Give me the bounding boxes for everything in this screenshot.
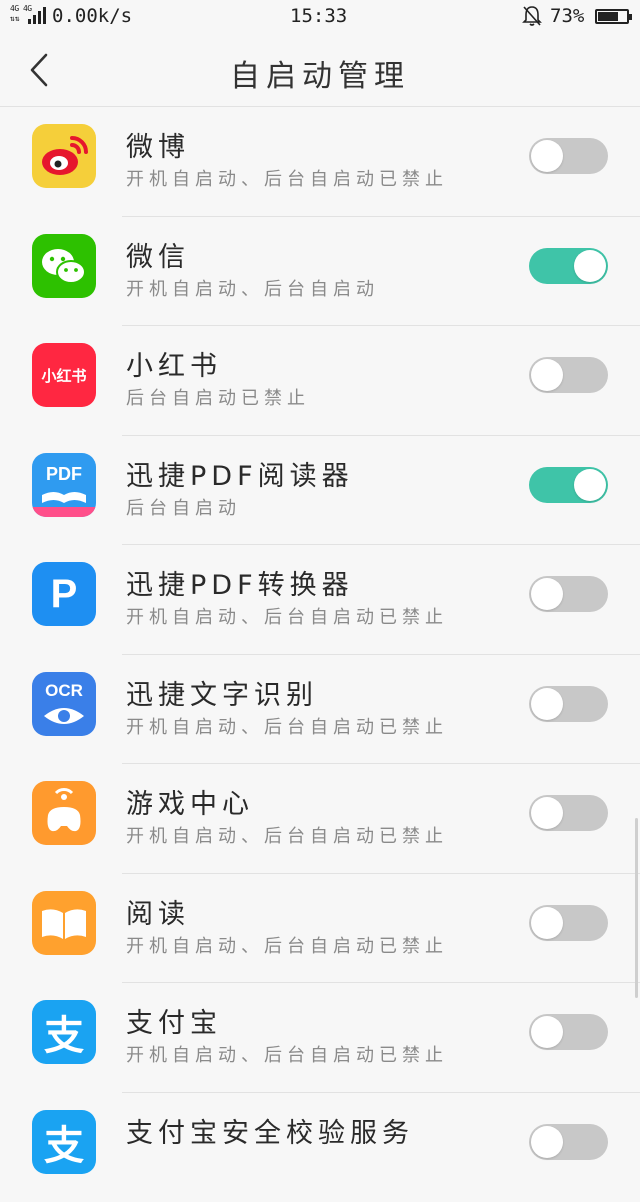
autostart-toggle[interactable] bbox=[529, 576, 608, 612]
list-item: 支 支付宝 开机自启动、后台自启动已禁止 bbox=[0, 983, 640, 1093]
app-status: 开机自启动、后台自启动已禁止 bbox=[126, 603, 448, 629]
autostart-toggle[interactable] bbox=[529, 1014, 608, 1050]
app-status: 开机自启动、后台自启动 bbox=[126, 275, 379, 301]
app-status: 开机自启动、后台自启动已禁止 bbox=[126, 1041, 448, 1067]
icon-label: 小红书 bbox=[32, 343, 96, 407]
app-list: 微博 开机自启动、后台自启动已禁止 微信 开机自启动、后台自启动 小红书 小红书… bbox=[0, 107, 640, 1202]
autostart-toggle[interactable] bbox=[529, 138, 608, 174]
alipay-icon: 支 bbox=[32, 1000, 96, 1064]
list-item: P 迅捷PDF转换器 开机自启动、后台自启动已禁止 bbox=[0, 545, 640, 655]
list-item: 游戏中心 开机自启动、后台自启动已禁止 bbox=[0, 764, 640, 874]
page-title: 自启动管理 bbox=[0, 51, 640, 95]
autostart-toggle[interactable] bbox=[529, 467, 608, 503]
app-name: 游戏中心 bbox=[126, 782, 254, 821]
list-item: PDF 迅捷PDF阅读器 后台自启动 bbox=[0, 436, 640, 546]
list-item: 小红书 小红书 后台自启动已禁止 bbox=[0, 326, 640, 436]
app-status: 开机自启动、后台自启动已禁止 bbox=[126, 165, 448, 191]
app-status: 后台自启动已禁止 bbox=[126, 384, 310, 410]
network-speed: 0.00k/s bbox=[52, 5, 132, 27]
app-name: 迅捷PDF转换器 bbox=[126, 563, 354, 602]
header: 自启动管理 bbox=[0, 34, 640, 107]
app-name: 微信 bbox=[126, 235, 190, 274]
ocr-icon: OCR bbox=[32, 672, 96, 736]
autostart-toggle[interactable] bbox=[529, 795, 608, 831]
battery-percent: 73% bbox=[550, 5, 584, 27]
battery-icon bbox=[595, 9, 629, 24]
list-item: 微博 开机自启动、后台自启动已禁止 bbox=[0, 107, 640, 217]
pdf-reader-icon: PDF bbox=[32, 453, 96, 517]
list-item: 支 支付宝安全校验服务 bbox=[0, 1093, 640, 1202]
list-item: 阅读 开机自启动、后台自启动已禁止 bbox=[0, 874, 640, 984]
pdf-converter-icon: P bbox=[32, 562, 96, 626]
icon-label: 支 bbox=[32, 1110, 96, 1174]
app-name: 小红书 bbox=[126, 344, 222, 383]
app-name: 阅读 bbox=[126, 892, 190, 931]
mute-bell-icon bbox=[522, 5, 542, 27]
app-name: 微博 bbox=[126, 125, 190, 164]
app-name: 支付宝安全校验服务 bbox=[126, 1111, 414, 1150]
game-center-icon bbox=[32, 781, 96, 845]
alipay-security-icon: 支 bbox=[32, 1110, 96, 1174]
icon-label: P bbox=[32, 562, 96, 626]
app-name: 支付宝 bbox=[126, 1001, 222, 1040]
list-item: OCR 迅捷文字识别 开机自启动、后台自启动已禁止 bbox=[0, 655, 640, 765]
autostart-toggle[interactable] bbox=[529, 686, 608, 722]
app-name: 迅捷文字识别 bbox=[126, 673, 318, 712]
app-status: 开机自启动、后台自启动已禁止 bbox=[126, 713, 448, 739]
app-status: 后台自启动 bbox=[126, 494, 241, 520]
xiaohongshu-icon: 小红书 bbox=[32, 343, 96, 407]
wechat-icon bbox=[32, 234, 96, 298]
app-status: 开机自启动、后台自启动已禁止 bbox=[126, 932, 448, 958]
app-status: 开机自启动、后台自启动已禁止 bbox=[126, 822, 448, 848]
signal-icon: 4G 4G ⇅⇅ bbox=[10, 4, 44, 26]
scrollbar[interactable] bbox=[635, 818, 638, 998]
reading-icon bbox=[32, 891, 96, 955]
icon-label: 支 bbox=[32, 1000, 96, 1064]
autostart-toggle[interactable] bbox=[529, 248, 608, 284]
weibo-icon bbox=[32, 124, 96, 188]
list-item: 微信 开机自启动、后台自启动 bbox=[0, 217, 640, 327]
autostart-toggle[interactable] bbox=[529, 357, 608, 393]
autostart-toggle[interactable] bbox=[529, 905, 608, 941]
app-name: 迅捷PDF阅读器 bbox=[126, 454, 354, 493]
status-bar: 4G 4G ⇅⇅ 0.00k/s 15:33 73% bbox=[0, 0, 640, 34]
clock: 15:33 bbox=[290, 5, 347, 27]
autostart-toggle[interactable] bbox=[529, 1124, 608, 1160]
